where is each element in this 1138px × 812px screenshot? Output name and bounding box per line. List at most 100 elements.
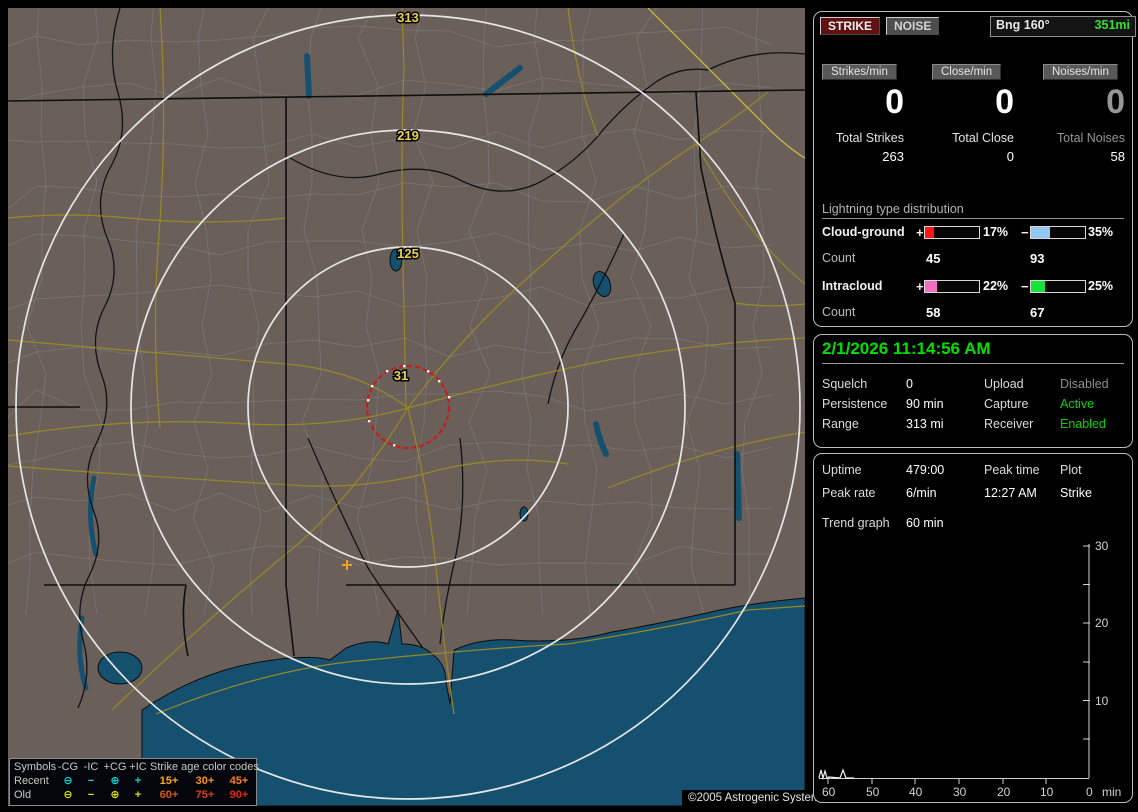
peak-rate-value: 6/min (906, 486, 937, 500)
ic-plus-pct: 22% (983, 279, 1009, 293)
cg-minus-bar-fill (1031, 227, 1050, 238)
strike-toggle-button[interactable]: STRIKE (820, 17, 881, 35)
peak-time-value: 12:27 AM (984, 486, 1037, 500)
range-label: Range (822, 417, 859, 431)
upload-label: Upload (984, 377, 1024, 391)
cg-minus-bar (1030, 226, 1086, 239)
cg-plus-bar (924, 226, 980, 239)
copyright-text: ©2005 Astrogenic Systems (682, 790, 833, 806)
xtick-20: 20 (997, 785, 1011, 799)
circle-minus-icon: ⊖ (63, 775, 73, 787)
xtick-30: 30 (953, 785, 967, 799)
cg-minus-pct: 35% (1088, 225, 1114, 239)
xtick-40: 40 (909, 785, 923, 799)
distribution-title: Lightning type distribution (822, 202, 964, 216)
plus-icon: + (134, 775, 142, 787)
ic-minus-bar (1030, 280, 1086, 293)
circle-minus-icon: ⊖ (63, 789, 73, 801)
close-per-min-value: 0 (995, 83, 1014, 121)
ytick-20: 20 (1095, 616, 1109, 630)
xtick-60: 60 (822, 785, 836, 799)
intracloud-label: Intracloud (822, 279, 883, 293)
age-code-45: 45+ (229, 775, 249, 787)
peak-rate-label: Peak rate (822, 486, 876, 500)
age-code-90: 90+ (229, 789, 249, 801)
minus-icon: − (87, 775, 95, 787)
xtick-10: 10 (1040, 785, 1054, 799)
divider (822, 363, 1124, 364)
symbol-legend: Symbols -CG -IC +CG +IC Strike age color… (9, 758, 259, 806)
plot-value: Strike (1060, 486, 1092, 500)
receiver-label: Receiver (984, 417, 1034, 431)
ic-minus-bar-fill (1031, 281, 1045, 292)
ring-label-125: 125 (397, 246, 419, 261)
age-code-75: 75+ (195, 789, 215, 801)
ring-label-31: 31 (394, 368, 408, 383)
total-noises-value: 58 (1110, 149, 1125, 164)
strikes-per-min-plate: Strikes/min (822, 64, 897, 80)
cloud-ground-label: Cloud-ground (822, 225, 905, 239)
ic-plus-count: 58 (926, 305, 941, 320)
trend-graph: 30 20 10 60 50 40 30 20 10 0 min (818, 539, 1121, 799)
uptime-label: Uptime (822, 463, 862, 477)
plus-sign: + (916, 279, 924, 294)
plot-header: Plot (1060, 463, 1082, 477)
xtick-0: 0 (1086, 785, 1093, 799)
bearing-distance: 351mi (1094, 18, 1130, 32)
ring-label-219: 219 (397, 128, 419, 143)
ic-plus-bar-fill (925, 281, 937, 292)
xtick-50: 50 (866, 785, 880, 799)
trend-axes (819, 544, 1090, 784)
ytick-10: 10 (1095, 694, 1109, 708)
uptime-value: 479:00 (906, 463, 945, 477)
datetime-display: 2/1/2026 11:14:56 AM (822, 339, 991, 358)
close-per-min-plate: Close/min (932, 64, 1002, 80)
capture-status: Active (1060, 397, 1095, 411)
ytick-30: 30 (1095, 539, 1109, 553)
legend-age-title: Strike age color codes (150, 761, 259, 773)
peak-time-header: Peak time (984, 463, 1040, 477)
receiver-status: Enabled (1060, 417, 1106, 431)
bearing-readout: Bng 160° 351mi (990, 16, 1136, 37)
total-close-value: 0 (1006, 149, 1014, 164)
age-code-15: 15+ (159, 775, 179, 787)
circle-plus-icon: ⊕ (110, 775, 120, 787)
map-canvas: 313 219 125 31 (8, 8, 805, 806)
persistence-label: Persistence (822, 397, 888, 411)
legend-recent-label: Recent (14, 775, 49, 787)
xaxis-unit: min (1102, 785, 1121, 799)
legend-old-label: Old (14, 789, 32, 801)
cg-minus-count: 93 (1030, 251, 1045, 266)
persistence-value: 90 min (906, 397, 944, 411)
status-panel: 2/1/2026 11:14:56 AM Squelch 0 Upload Di… (813, 334, 1133, 448)
noise-toggle-button[interactable]: NOISE (886, 17, 940, 35)
upload-status: Disabled (1060, 377, 1109, 391)
trend-line (818, 768, 854, 781)
capture-label: Capture (984, 397, 1029, 411)
strikes-per-min-value: 0 (885, 83, 904, 121)
legend-col-pos-ic: +IC (129, 761, 147, 773)
plus-sign: + (916, 225, 924, 240)
ic-minus-count: 67 (1030, 305, 1045, 320)
cg-plus-bar-fill (925, 227, 935, 238)
plus-icon: + (134, 789, 142, 801)
legend-col-neg-ic: -IC (83, 761, 99, 773)
trend-panel: Uptime 479:00 Peak time Plot Peak rate 6… (813, 453, 1133, 803)
ic-minus-pct: 25% (1088, 279, 1114, 293)
minus-sign: − (1021, 279, 1029, 294)
ic-plus-bar (924, 280, 980, 293)
divider (822, 218, 1124, 219)
lightning-map[interactable]: 313 219 125 31 Symbols -CG -IC +CG +IC S… (8, 8, 805, 806)
total-noises-label: Total Noises (1056, 131, 1125, 145)
minus-sign: − (1021, 225, 1029, 240)
trend-graph-label: Trend graph (822, 516, 890, 530)
age-code-60: 60+ (159, 789, 179, 801)
lake (97, 651, 143, 685)
noises-per-min-value: 0 (1106, 83, 1125, 121)
count-label: Count (822, 305, 856, 319)
squelch-label: Squelch (822, 377, 868, 391)
trend-graph-period: 60 min (906, 516, 944, 530)
minus-icon: − (87, 789, 95, 801)
age-code-30: 30+ (195, 775, 215, 787)
cg-plus-pct: 17% (983, 225, 1009, 239)
